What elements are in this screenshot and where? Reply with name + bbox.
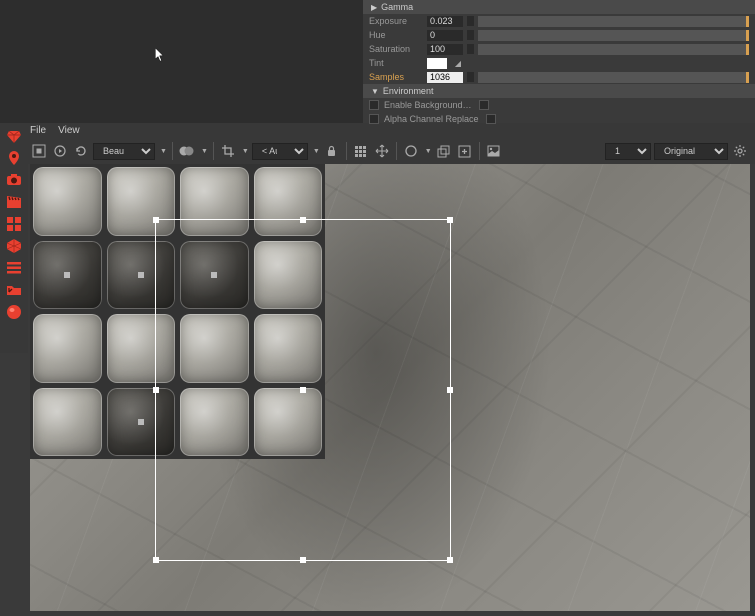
exposure-label: Exposure [369, 16, 423, 26]
alpha-replace-toggle2[interactable] [486, 114, 496, 124]
hue-input[interactable] [427, 30, 463, 41]
chevron-down-icon: ▼ [242, 148, 249, 155]
rail-scene-icon[interactable] [3, 235, 25, 257]
exposure-slider[interactable] [478, 16, 749, 27]
rail-list-icon[interactable] [3, 257, 25, 279]
saturation-input[interactable] [427, 44, 463, 55]
gamma-header-label: Gamma [381, 2, 413, 12]
chevron-down-icon: ▼ [160, 148, 167, 155]
add-image-icon[interactable] [456, 142, 474, 160]
menu-file[interactable]: File [30, 125, 46, 136]
swap-icon[interactable] [435, 142, 453, 160]
workspace-empty-area [0, 0, 363, 123]
rail-clapper-icon[interactable] [3, 191, 25, 213]
rail-gem-icon[interactable] [3, 125, 25, 147]
tile-grid [30, 164, 325, 459]
gamma-section-header[interactable]: ▶Gamma [363, 0, 755, 14]
exposure-spinner[interactable] [467, 16, 474, 27]
environment-header-label: Environment [383, 86, 434, 96]
auto-select[interactable]: < Auto > [252, 143, 308, 160]
grid-icon[interactable] [352, 142, 370, 160]
chevron-down-icon: ▼ [201, 148, 208, 155]
zoom-select[interactable]: 100 % [605, 143, 651, 160]
samples-spinner[interactable] [467, 72, 474, 83]
shape-circle-button[interactable] [178, 142, 196, 160]
rail-folder-icon[interactable] [3, 279, 25, 301]
chevron-down-icon: ▼ [425, 148, 432, 155]
properties-panel: ▶Gamma Exposure Hue Saturation Tint ◢ Sa… [363, 0, 755, 123]
tint-color-swatch[interactable] [427, 58, 447, 69]
refresh-button[interactable] [72, 142, 90, 160]
render-button[interactable] [30, 142, 48, 160]
hue-spinner[interactable] [467, 30, 474, 41]
move-icon[interactable] [373, 142, 391, 160]
menu-view[interactable]: View [58, 125, 80, 136]
rail-sphere-icon[interactable] [3, 301, 25, 323]
tool-rail [0, 123, 28, 353]
size-select[interactable]: Original Size [654, 143, 728, 160]
rail-pin-icon[interactable] [3, 147, 25, 169]
circle-icon[interactable] [402, 142, 420, 160]
render-viewport[interactable] [30, 164, 750, 611]
saturation-label: Saturation [369, 44, 423, 54]
viewer-toolbar: Beauty ▼ ▼ ▼ < Auto > ▼ ▼ 100 % Original… [0, 138, 755, 164]
rail-camera-icon[interactable] [3, 169, 25, 191]
tint-colorpicker-button[interactable]: ◢ [451, 57, 465, 69]
rail-effects-icon[interactable] [3, 213, 25, 235]
hue-slider[interactable] [478, 30, 749, 41]
render-pass-select[interactable]: Beauty [93, 143, 155, 160]
lock-icon[interactable] [323, 142, 341, 160]
alpha-replace-label: Alpha Channel Replace [384, 114, 479, 124]
cursor-pointer-icon [155, 48, 165, 62]
hue-label: Hue [369, 30, 423, 40]
gear-icon[interactable] [731, 142, 749, 160]
chevron-down-icon: ▼ [313, 148, 320, 155]
saturation-spinner[interactable] [467, 44, 474, 55]
play-button[interactable] [51, 142, 69, 160]
samples-label: Samples [369, 72, 423, 82]
environment-section-header[interactable]: ▼Environment [363, 84, 755, 98]
crop-button[interactable] [219, 142, 237, 160]
samples-slider[interactable] [478, 72, 749, 83]
tint-label: Tint [369, 58, 423, 68]
saturation-slider[interactable] [478, 44, 749, 55]
enable-background-checkbox[interactable] [369, 100, 379, 110]
enable-background-label: Enable Background… [384, 100, 472, 110]
exposure-input[interactable] [427, 16, 463, 27]
image-icon[interactable] [485, 142, 503, 160]
samples-input[interactable] [427, 72, 463, 83]
enable-background-toggle2[interactable] [479, 100, 489, 110]
alpha-replace-checkbox[interactable] [369, 114, 379, 124]
